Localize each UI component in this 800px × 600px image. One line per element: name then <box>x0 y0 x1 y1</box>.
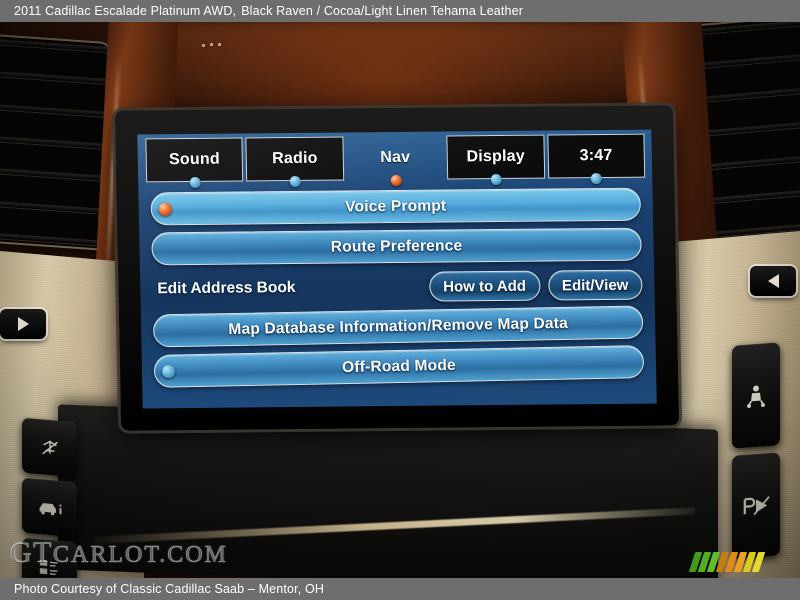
tab-indicator-dot <box>490 173 502 186</box>
air-vent-left <box>0 35 110 250</box>
tab-label: Nav <box>380 148 411 167</box>
off-road-status-dot <box>161 364 176 378</box>
tab-label: Radio <box>271 149 318 168</box>
rear-wiper-off-button[interactable] <box>22 417 77 478</box>
photo-credit-bar: Photo Courtesy of Classic Cadillac Saab … <box>0 578 800 600</box>
voice-prompt-status-dot <box>158 202 172 216</box>
lower-console-panel <box>58 404 718 578</box>
vehicle-info-icon <box>39 502 61 515</box>
vehicle-info-button[interactable] <box>22 477 77 538</box>
tab-indicator-dot <box>289 175 301 188</box>
vehicle-photo: Sound Radio Nav Display 3:47 Voice Promp… <box>0 22 800 578</box>
tab-label: Display <box>466 147 526 166</box>
tab-nav[interactable]: Nav <box>346 136 444 187</box>
dash-speck <box>210 43 213 46</box>
tab-sound[interactable]: Sound <box>145 137 244 188</box>
how-to-add-label: How to Add <box>443 277 527 296</box>
triangle-left-icon <box>17 317 29 331</box>
dash-speck <box>202 44 205 47</box>
triangle-right-icon <box>767 274 779 288</box>
how-to-add-button[interactable]: How to Add <box>428 270 541 302</box>
tab-indicator-dot-active <box>390 174 402 187</box>
display-grid-icon <box>39 559 57 575</box>
edit-address-book-row: Edit Address Book How to Add Edit/View <box>152 268 643 307</box>
child-seat-button[interactable] <box>732 342 780 449</box>
nav-menu-list: Voice Prompt Route Preference Edit Addre… <box>150 187 645 405</box>
brand-slash-bars <box>688 552 792 574</box>
display-grid-button[interactable] <box>22 537 77 578</box>
map-database-information-button[interactable]: Map Database Information/Remove Map Data <box>152 305 644 348</box>
seek-right-button[interactable] <box>750 266 796 296</box>
tab-radio[interactable]: Radio <box>245 136 345 188</box>
child-seat-icon <box>747 384 765 408</box>
map-database-label: Map Database Information/Remove Map Data <box>228 314 569 338</box>
right-button-stack <box>732 342 780 560</box>
rear-wiper-off-icon <box>41 440 58 454</box>
edit-view-label: Edit/View <box>561 276 629 294</box>
navigation-display-bezel: Sound Radio Nav Display 3:47 Voice Promp… <box>114 105 680 431</box>
route-preference-button[interactable]: Route Preference <box>151 227 642 266</box>
off-road-mode-label: Off-Road Mode <box>341 356 457 376</box>
seek-left-button[interactable] <box>0 309 46 339</box>
left-button-stack <box>22 417 77 578</box>
dash-speck <box>218 43 221 46</box>
vehicle-title-bar: 2011 Cadillac Escalade Platinum AWD, Bla… <box>0 0 800 22</box>
parking-assist-off-button[interactable] <box>732 452 780 559</box>
tab-display[interactable]: Display <box>446 134 545 186</box>
vehicle-title: 2011 Cadillac Escalade Platinum AWD, <box>14 4 237 18</box>
off-road-mode-button[interactable]: Off-Road Mode <box>153 345 645 388</box>
edit-view-button[interactable]: Edit/View <box>547 269 643 301</box>
tab-bar: Sound Radio Nav Display 3:47 <box>145 133 648 188</box>
route-preference-label: Route Preference <box>330 236 463 256</box>
photo-credit: Photo Courtesy of Classic Cadillac Saab … <box>14 582 325 596</box>
vehicle-color-trim: Black Raven / Cocoa/Light Linen Tehama L… <box>241 4 524 18</box>
parking-assist-off-icon <box>743 495 770 515</box>
voice-prompt-label: Voice Prompt <box>344 197 447 215</box>
edit-address-book-label: Edit Address Book <box>157 278 296 298</box>
screenshot-root: 2011 Cadillac Escalade Platinum AWD, Bla… <box>0 0 800 600</box>
tab-indicator-dot <box>590 173 603 185</box>
tab-label: Sound <box>168 150 221 169</box>
wood-sheen <box>150 22 670 112</box>
navigation-screen[interactable]: Sound Radio Nav Display 3:47 Voice Promp… <box>137 129 657 409</box>
clock-label: 3:47 <box>579 146 613 165</box>
voice-prompt-button[interactable]: Voice Prompt <box>150 187 642 226</box>
tab-clock[interactable]: 3:47 <box>546 133 646 185</box>
tab-indicator-dot <box>189 176 201 188</box>
